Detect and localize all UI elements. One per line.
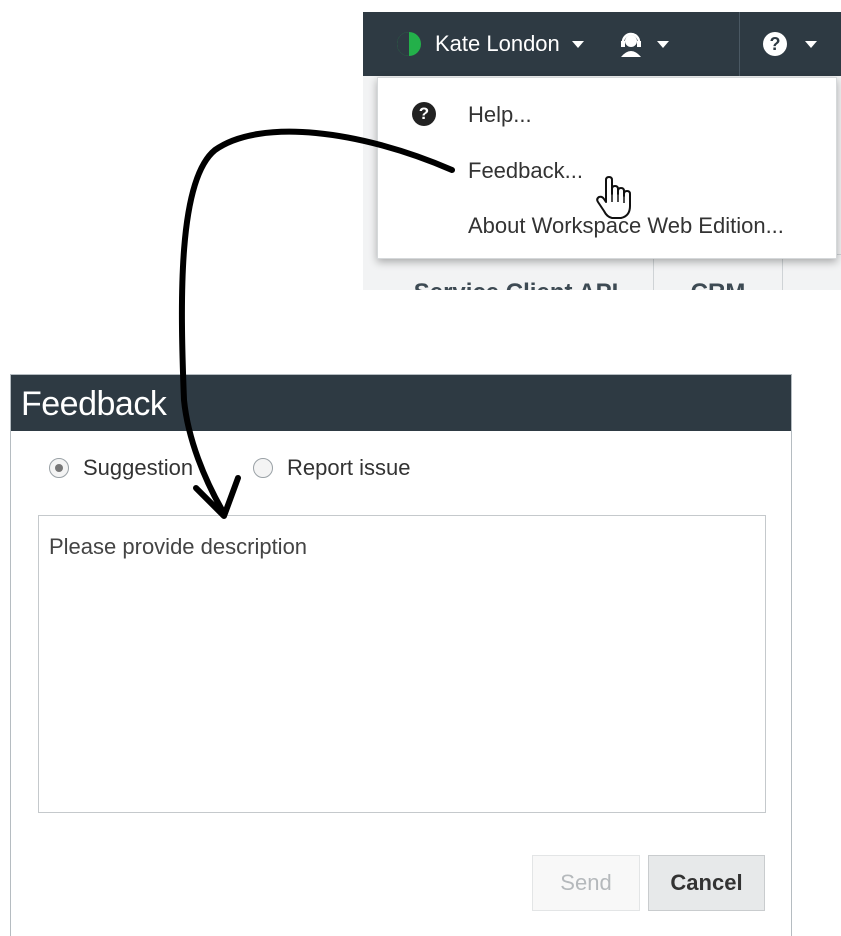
status-ready-icon — [397, 32, 421, 56]
dialog-title: Feedback — [21, 385, 167, 423]
menu-item-feedback[interactable]: Feedback... — [468, 158, 583, 184]
dialog-header: Feedback — [11, 375, 791, 431]
hand-pointer-icon — [596, 176, 631, 219]
feedback-dialog: Feedback Suggestion Report issue Send Ca… — [10, 374, 792, 936]
agent-status-button[interactable] — [617, 12, 669, 76]
user-menu-button[interactable]: Kate London — [397, 12, 584, 76]
send-button[interactable]: Send — [532, 855, 640, 911]
menu-item-help[interactable]: Help... — [468, 102, 532, 128]
description-textarea[interactable] — [38, 515, 766, 813]
radio-suggestion-label: Suggestion — [83, 455, 194, 480]
help-menu-button[interactable]: ? — [763, 12, 817, 76]
headset-agent-icon — [621, 32, 641, 57]
help-question-icon: ? — [412, 102, 436, 126]
tab-service-client-api[interactable]: Service Client API — [379, 255, 654, 290]
top-bar: Kate London ? — [363, 12, 841, 76]
radio-report-issue-label: Report issue — [287, 455, 411, 480]
radio-report-issue[interactable]: Report issue — [253, 455, 411, 481]
cancel-button[interactable]: Cancel — [648, 855, 765, 911]
radio-unselected-icon[interactable] — [253, 458, 273, 478]
radio-selected-icon[interactable] — [49, 458, 69, 478]
chevron-down-icon — [657, 40, 669, 48]
user-name: Kate London — [435, 31, 560, 56]
help-dropdown-menu: ? Help... Feedback... About Workspace We… — [377, 77, 837, 259]
chevron-down-icon — [805, 40, 817, 48]
tab-crm[interactable]: CRM — [654, 255, 783, 290]
chevron-down-icon — [571, 40, 584, 48]
help-question-icon: ? — [763, 32, 787, 56]
background-tab-row: Service Client API CRM — [379, 254, 841, 290]
toolbar-divider — [739, 12, 740, 76]
radio-suggestion[interactable]: Suggestion — [49, 455, 193, 481]
